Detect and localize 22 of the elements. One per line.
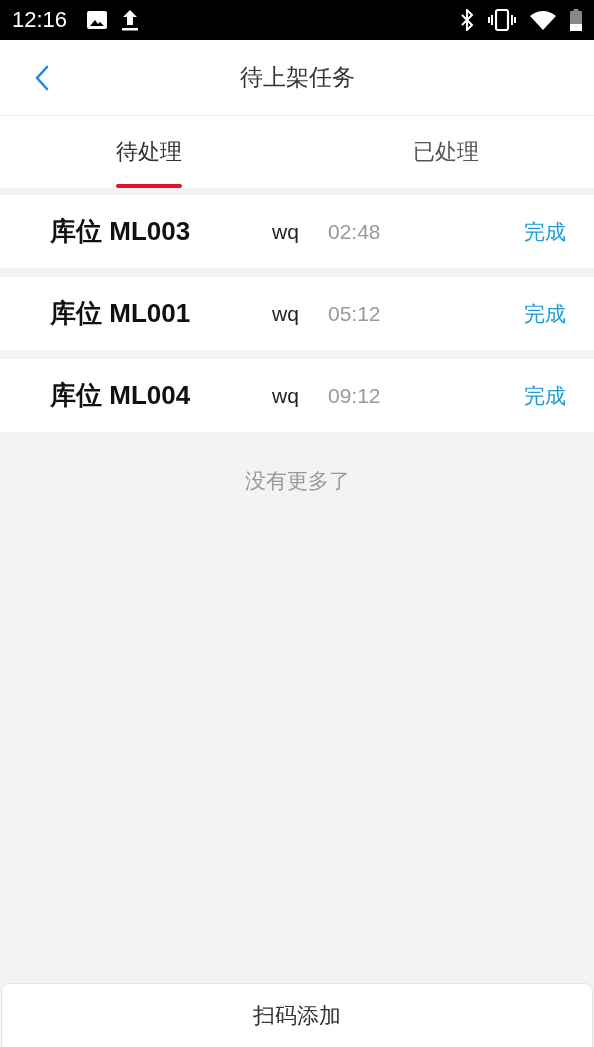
tab[interactable]: 待处理: [115, 116, 182, 188]
location-label: 库位 ML003: [50, 215, 192, 248]
user-name: wq: [272, 301, 300, 326]
task-time: 05:12: [328, 301, 381, 326]
vibrate-icon: [488, 9, 516, 31]
task-time: 09:12: [328, 383, 381, 408]
user-name: wq: [272, 383, 300, 408]
upload-icon: [121, 9, 140, 31]
end-of-list-message: 没有更多了: [244, 468, 350, 495]
wifi-icon: [530, 10, 556, 30]
task-time: 02:48: [328, 219, 381, 244]
battery-icon: [570, 9, 582, 31]
back-icon[interactable]: [34, 65, 50, 91]
location-label: 库位 ML001: [50, 297, 192, 330]
location-label: 库位 ML004: [50, 379, 192, 412]
status-time: 12:16: [12, 7, 68, 33]
page-title: 待上架任务: [239, 63, 355, 92]
scan-add-button[interactable]: 扫码添加: [1, 983, 593, 1047]
bluetooth-icon: [460, 9, 474, 31]
tab[interactable]: 已处理: [412, 116, 479, 188]
image-icon: [87, 11, 108, 29]
user-name: wq: [272, 219, 300, 244]
